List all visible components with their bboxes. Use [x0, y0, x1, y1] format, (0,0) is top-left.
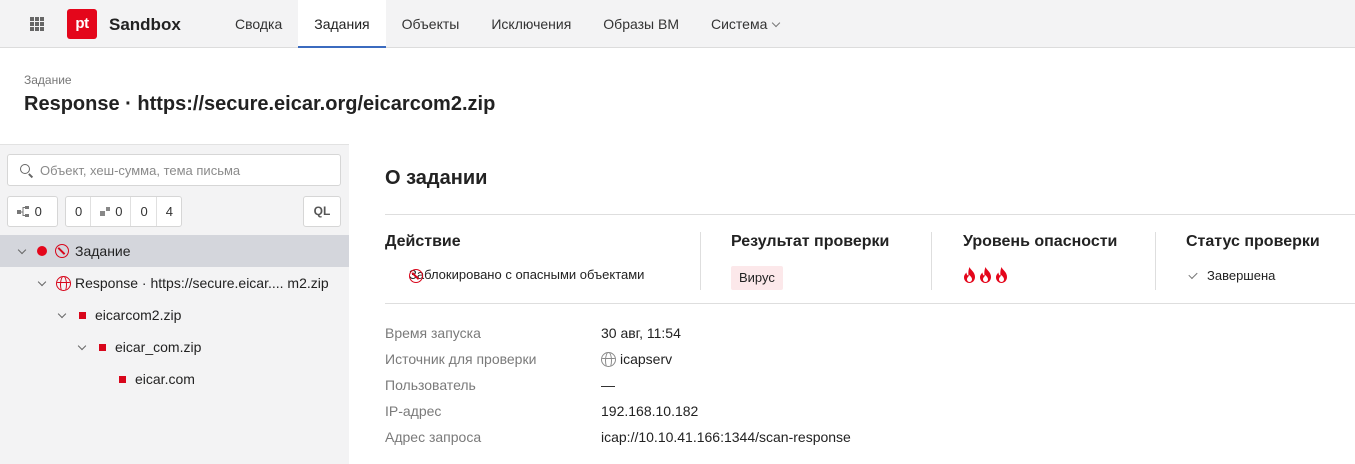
detail-value[interactable]: icapserv: [601, 346, 672, 372]
danger-block: Уровень опасности: [963, 233, 1117, 251]
tree-item-label: Задание: [75, 243, 131, 259]
status-value-text: Завершена: [1207, 268, 1276, 283]
tree-item-response[interactable]: Response · https://secure.eicar.... m2.z…: [0, 267, 349, 299]
tree-item-label: eicar.com: [135, 371, 195, 387]
chevron-down-icon[interactable]: [17, 245, 27, 255]
detail-row-request-url: Адрес запроса icap://10.10.41.166:1344/s…: [385, 424, 1085, 450]
filter-orange[interactable]: 0: [131, 197, 157, 226]
red-square-icon: [119, 376, 126, 383]
tree-filter-button[interactable]: 0: [7, 196, 58, 227]
nav-item-objects[interactable]: Объекты: [386, 0, 476, 48]
source-name: icapserv: [620, 351, 673, 367]
filter-gray-count: 0: [75, 204, 83, 219]
detail-value: —: [601, 377, 615, 393]
blocked-icon: [55, 244, 69, 258]
search-box[interactable]: [7, 154, 341, 186]
tree-item-label: eicarcom2.zip: [95, 307, 182, 323]
detail-row-start-time: Время запуска 30 авг, 11:54: [385, 320, 1085, 346]
search-input[interactable]: [40, 155, 330, 185]
globe-icon: [56, 276, 71, 291]
divider: [385, 303, 1355, 304]
flame-icon: [980, 267, 991, 283]
red-dot-icon: [37, 246, 47, 256]
filter-gray[interactable]: 0: [66, 197, 92, 226]
object-tree-panel: 0 0 0 0 4 QL Задание Response · https://…: [0, 144, 349, 464]
nav-item-tasks[interactable]: Задания: [298, 0, 386, 48]
detail-value: icap://10.10.41.166:1344/scan-response: [601, 429, 851, 445]
filter-nodes-count: 0: [115, 204, 123, 219]
nav-item-system-label: Система: [710, 16, 768, 32]
ql-button[interactable]: QL: [303, 196, 341, 227]
detail-row-source: Источник для проверки icapserv: [385, 346, 1085, 372]
detail-row-user: Пользователь —: [385, 372, 1085, 398]
nav-item-system[interactable]: Система: [695, 0, 795, 48]
nav-item-exclusions[interactable]: Исключения: [475, 0, 587, 48]
detail-label: IP-адрес: [385, 403, 442, 419]
pt-logo[interactable]: pt: [67, 9, 97, 39]
result-heading: Результат проверки: [731, 233, 890, 250]
tree-filter-count: 0: [34, 204, 42, 219]
page-title: Response · https://secure.eicar.org/eica…: [24, 93, 496, 115]
result-block: Результат проверки: [731, 233, 889, 251]
divider: [1155, 232, 1156, 290]
tree-item-label: Response · https://secure.eicar.... m2.z…: [75, 275, 329, 291]
tree-view-icon: [17, 205, 29, 217]
nav-item-vm-images[interactable]: Образы ВМ: [587, 0, 695, 48]
tree-item-eicar-com-zip[interactable]: eicar_com.zip: [0, 331, 349, 363]
action-value: Заблокировано с опасными объектами: [385, 267, 645, 283]
red-square-icon: [79, 312, 86, 319]
tree-item-task[interactable]: Задание: [0, 235, 349, 267]
status-block: Статус проверки: [1186, 233, 1320, 251]
action-heading: Действие: [385, 233, 461, 250]
chevron-down-icon: [772, 18, 781, 28]
apps-grid-icon[interactable]: [30, 17, 44, 31]
main-nav: Сводка Задания Объекты Исключения Образы…: [219, 0, 795, 48]
filter-red[interactable]: 4: [157, 197, 181, 226]
divider: [931, 232, 932, 290]
tree-item-eicarcom2[interactable]: eicarcom2.zip: [0, 299, 349, 331]
section-title: О задании: [385, 167, 488, 189]
blocked-icon: [409, 269, 423, 283]
status-value: Завершена: [1186, 268, 1275, 283]
nav-item-summary[interactable]: Сводка: [219, 0, 298, 48]
filter-orange-count: 0: [140, 204, 148, 219]
detail-label: Источник для проверки: [385, 351, 537, 367]
detail-value: 30 авг, 11:54: [601, 325, 681, 341]
detail-label: Пользователь: [385, 377, 476, 393]
detail-row-ip: IP-адрес 192.168.10.182: [385, 398, 1085, 424]
flame-icon: [996, 267, 1007, 283]
breadcrumb[interactable]: Задание: [24, 73, 72, 87]
divider: [700, 232, 701, 290]
chevron-down-icon[interactable]: [77, 341, 87, 351]
tree-item-eicar-com[interactable]: eicar.com: [0, 363, 349, 395]
chevron-down-icon[interactable]: [57, 309, 67, 319]
globe-icon: [601, 351, 616, 367]
verdict-badge: Вирус: [731, 266, 783, 290]
divider: [385, 214, 1355, 215]
nodes-icon: [100, 206, 111, 216]
action-block: Действие: [385, 233, 461, 251]
filter-nodes[interactable]: 0: [91, 197, 132, 226]
detail-label: Адрес запроса: [385, 429, 482, 445]
flame-icon: [964, 267, 975, 283]
tree-item-label: eicar_com.zip: [115, 339, 202, 355]
status-heading: Статус проверки: [1186, 233, 1320, 250]
search-icon: [20, 164, 30, 174]
danger-level-flames: [963, 267, 1008, 283]
chevron-down-icon[interactable]: [37, 277, 47, 287]
check-icon: [1188, 269, 1198, 280]
app-title: Sandbox: [109, 15, 181, 34]
action-value-text: Заблокировано с опасными объектами: [409, 267, 645, 282]
top-bar: pt Sandbox Сводка Задания Объекты Исключ…: [0, 0, 1355, 48]
verdict-filter-group: 0 0 0 4: [65, 196, 182, 227]
detail-value: 192.168.10.182: [601, 403, 699, 419]
red-square-icon: [99, 344, 106, 351]
detail-label: Время запуска: [385, 325, 481, 341]
filter-red-count: 4: [165, 204, 173, 219]
danger-heading: Уровень опасности: [963, 233, 1118, 250]
